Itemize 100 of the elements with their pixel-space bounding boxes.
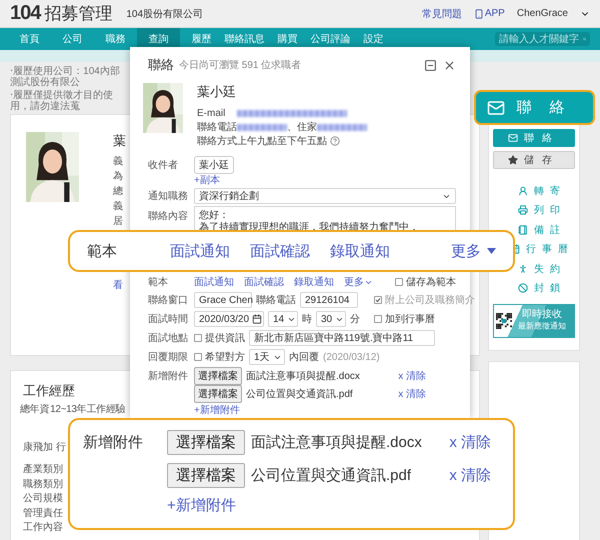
candidate-name: 葉小廷 bbox=[197, 83, 237, 101]
notice-text: ‧履歷僅提供徵才目的使用，請勿違法蒐 bbox=[10, 90, 114, 112]
template-link[interactable]: 面試確認 bbox=[244, 275, 284, 289]
user-name[interactable]: ChenGrace bbox=[516, 8, 568, 19]
job-select[interactable]: 資深行銷企劃 bbox=[194, 188, 456, 204]
nav-tab[interactable]: 公司 bbox=[51, 28, 94, 50]
field-label: 公司規模 bbox=[23, 492, 63, 506]
choose-file-button[interactable]: 選擇檔案 bbox=[194, 366, 242, 384]
field-text: 內回覆 bbox=[289, 350, 319, 364]
file-name: 面試注意事項與提醒.docx bbox=[246, 370, 360, 382]
field-label: 總年資 bbox=[20, 403, 50, 417]
promo-text: 即時接收 bbox=[522, 309, 562, 321]
field-label: 聯絡電話 bbox=[197, 120, 237, 134]
field-label: 聯絡窗口 bbox=[148, 294, 189, 307]
more-link[interactable]: 更多 bbox=[344, 275, 373, 289]
logo[interactable]: 104 bbox=[10, 2, 40, 25]
header-link[interactable]: APP bbox=[474, 8, 505, 19]
minute-select[interactable]: 30 bbox=[316, 311, 346, 327]
days-select[interactable]: 1天 bbox=[249, 349, 285, 365]
template-link[interactable]: 面試通知 bbox=[194, 275, 234, 289]
unit-text: 時 bbox=[302, 312, 312, 326]
field-label: 義 bbox=[113, 200, 123, 214]
checkbox[interactable]: 加到行事曆 bbox=[374, 312, 435, 326]
field-label: 產業類別 bbox=[23, 463, 63, 477]
app-title: 招募管理 bbox=[44, 3, 112, 25]
clear-link[interactable]: x 清除 bbox=[398, 386, 426, 400]
file-name: 公司位置與交通資訊.pdf bbox=[251, 466, 412, 485]
template-link[interactable]: 面試確認 bbox=[250, 242, 310, 260]
section-title: 工作經歷 bbox=[23, 383, 75, 398]
field-label: 居 bbox=[113, 215, 123, 229]
cc-link[interactable]: +副本 bbox=[194, 173, 220, 187]
action-link[interactable]: 轉寄 bbox=[502, 181, 566, 200]
recipient-chip[interactable]: 葉小廷 bbox=[194, 156, 234, 174]
checkbox[interactable]: 儲存為範本 bbox=[395, 275, 456, 289]
field-label: 聯絡電話 bbox=[256, 294, 296, 307]
field-label: 範本 bbox=[148, 276, 169, 289]
field-label: 面試地點 bbox=[148, 332, 189, 345]
company-name: 104股份有限公司 bbox=[126, 8, 204, 20]
field-label: 新增附件 bbox=[148, 370, 189, 382]
action-link[interactable]: 列印 bbox=[502, 200, 566, 220]
dialog-subtitle: 今日尚可瀏覽 591 位求職者 bbox=[179, 58, 302, 72]
choose-file-button[interactable]: 選擇檔案 bbox=[194, 384, 242, 402]
field-label: 通知職務 bbox=[148, 190, 189, 203]
contact-button[interactable]: 聯絡 bbox=[493, 129, 575, 147]
field-label: 為 bbox=[113, 170, 123, 184]
more-link[interactable]: 更多 bbox=[451, 242, 496, 260]
field-label: 管理責任 bbox=[23, 506, 63, 520]
nav-tab[interactable]: 購買 bbox=[266, 28, 309, 50]
action-link[interactable]: 失約 bbox=[502, 259, 566, 278]
unit-text: 分 bbox=[350, 313, 360, 326]
add-attachment-link[interactable]: +新增附件 bbox=[167, 496, 236, 515]
template-link[interactable]: 面試通知 bbox=[170, 242, 230, 260]
job-title: 康飛加 行 bbox=[23, 440, 66, 454]
field-label: 聯絡方式 bbox=[197, 134, 237, 148]
field-label: 回覆期限 bbox=[148, 350, 189, 364]
save-button[interactable]: 儲存 bbox=[493, 151, 575, 169]
nav-tab[interactable]: 公司評論 bbox=[309, 28, 352, 50]
clear-link[interactable]: x 清除 bbox=[449, 466, 491, 485]
checkbox[interactable]: 希望對方 bbox=[194, 350, 245, 364]
deadline-date: (2020/03/12) bbox=[323, 352, 380, 362]
clear-link[interactable]: x 清除 bbox=[398, 368, 426, 382]
field-label: 義 bbox=[113, 155, 123, 169]
choose-file-button[interactable]: 選擇檔案 bbox=[167, 463, 245, 488]
phone-field[interactable]: 29126104 bbox=[300, 292, 358, 308]
notice-text: ‧履歷使用公司：104內部測試股份有限公 bbox=[10, 66, 121, 88]
action-link[interactable]: 備註 bbox=[502, 220, 566, 240]
promo-banner[interactable]: 即時接收 最新應徵通知 bbox=[493, 304, 575, 338]
field-value: 12~13年工作經驗 bbox=[50, 403, 126, 417]
choose-file-button[interactable]: 選擇檔案 bbox=[167, 430, 245, 455]
field-label: 新增附件 bbox=[83, 433, 144, 452]
field-label: 職務類別 bbox=[23, 478, 63, 492]
template-link[interactable]: 錄取通知 bbox=[330, 242, 390, 260]
field-label: 聯絡內容 bbox=[148, 210, 189, 222]
nav-tab[interactable]: 履歷 bbox=[180, 28, 223, 50]
view-link[interactable]: 看 bbox=[113, 278, 123, 292]
field-label: 工作內容 bbox=[23, 521, 63, 535]
field-value: 、住家 bbox=[287, 120, 317, 134]
candidate-name: 葉 bbox=[113, 132, 126, 150]
nav-tab[interactable]: 聯絡訊息 bbox=[223, 28, 266, 50]
field-value: 上午九點至下午五點 bbox=[237, 134, 327, 148]
field-label: 總 bbox=[113, 185, 123, 199]
header-link[interactable]: 常見問題 bbox=[422, 6, 462, 20]
date-field[interactable]: 2020/03/20 bbox=[194, 311, 264, 327]
hour-select[interactable]: 14 bbox=[268, 311, 298, 327]
action-link[interactable]: 封鎖 bbox=[502, 278, 566, 298]
address-field[interactable]: 新北市新店區寶中路119號.寶中路11 bbox=[249, 330, 435, 346]
file-name: 面試注意事項與提醒.docx bbox=[251, 433, 422, 452]
clear-link[interactable]: x 清除 bbox=[449, 433, 491, 452]
nav-tab[interactable]: 設定 bbox=[352, 28, 395, 50]
file-name: 公司位置與交通資訊.pdf bbox=[246, 388, 353, 400]
add-attachment-link[interactable]: +新增附件 bbox=[194, 402, 240, 416]
checkbox[interactable]: 提供資訊 bbox=[194, 331, 245, 345]
promo-text: 最新應徵通知 bbox=[518, 322, 566, 332]
field-label: 範本 bbox=[87, 242, 118, 260]
name-field[interactable]: Grace Chen bbox=[194, 292, 252, 308]
template-link[interactable]: 錄取通知 bbox=[294, 275, 334, 289]
field-label: 面試時間 bbox=[148, 312, 189, 326]
nav-tab[interactable]: 職務 bbox=[94, 28, 137, 50]
dialog-title: 聯絡 bbox=[148, 56, 174, 74]
nav-tab[interactable]: 首頁 bbox=[8, 28, 51, 50]
